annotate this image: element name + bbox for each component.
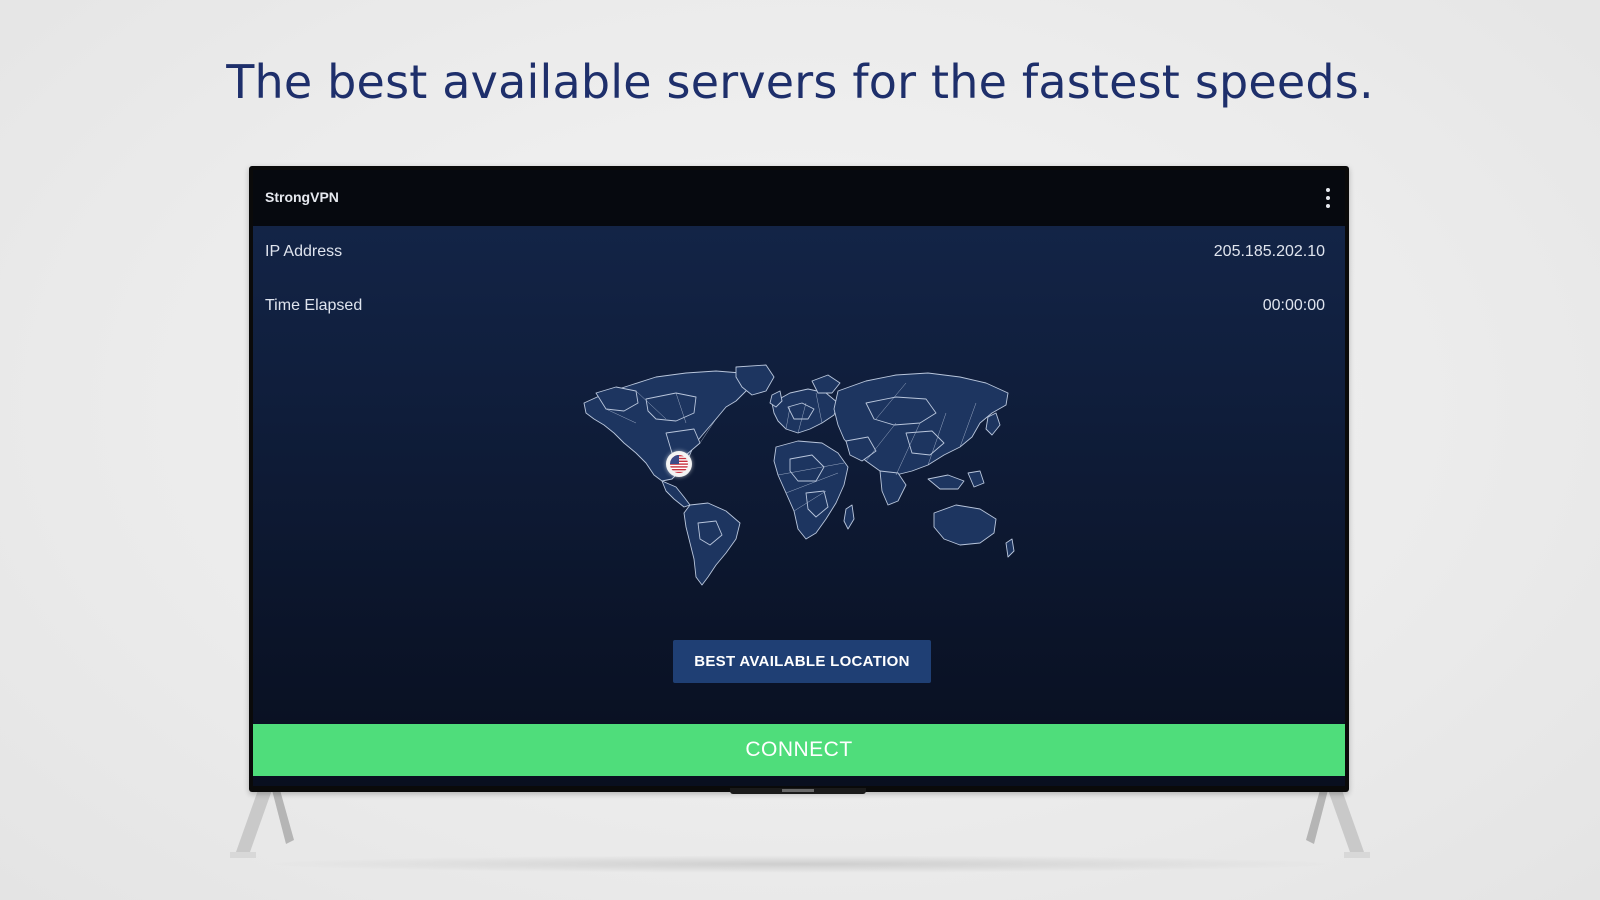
- best-available-location-button[interactable]: BEST AVAILABLE LOCATION: [673, 640, 931, 683]
- selected-location-pin[interactable]: [666, 451, 692, 477]
- time-elapsed-label: Time Elapsed: [265, 297, 363, 314]
- world-map[interactable]: [576, 363, 1026, 588]
- tv-stand-right-leg: [1306, 790, 1370, 858]
- promo-headline: The best available servers for the faste…: [226, 55, 1374, 109]
- more-vert-icon[interactable]: [1325, 188, 1331, 208]
- tv-bottom-bezel: [730, 788, 866, 794]
- tv-stand-left-leg: [230, 790, 294, 858]
- ip-address-value: 205.185.202.10: [1213, 243, 1325, 260]
- app-bar: StrongVPN: [253, 170, 1345, 226]
- connect-button[interactable]: CONNECT: [253, 724, 1345, 776]
- tv-frame: StrongVPN IP Address 205.185.202.10 Time…: [249, 166, 1349, 792]
- app-title: StrongVPN: [265, 189, 339, 205]
- promo-stage: The best available servers for the faste…: [0, 0, 1600, 900]
- tv-indicator-light: [782, 789, 814, 792]
- time-elapsed-value: 00:00:00: [1262, 297, 1325, 314]
- us-flag-icon: [667, 452, 691, 476]
- floor-shadow: [260, 855, 1340, 873]
- world-map-graphic: [583, 364, 1015, 586]
- ip-address-row: IP Address 205.185.202.10: [265, 243, 1325, 265]
- ip-address-label: IP Address: [265, 243, 343, 260]
- app-screen: StrongVPN IP Address 205.185.202.10 Time…: [253, 170, 1345, 786]
- time-elapsed-row: Time Elapsed 00:00:00: [265, 297, 1325, 319]
